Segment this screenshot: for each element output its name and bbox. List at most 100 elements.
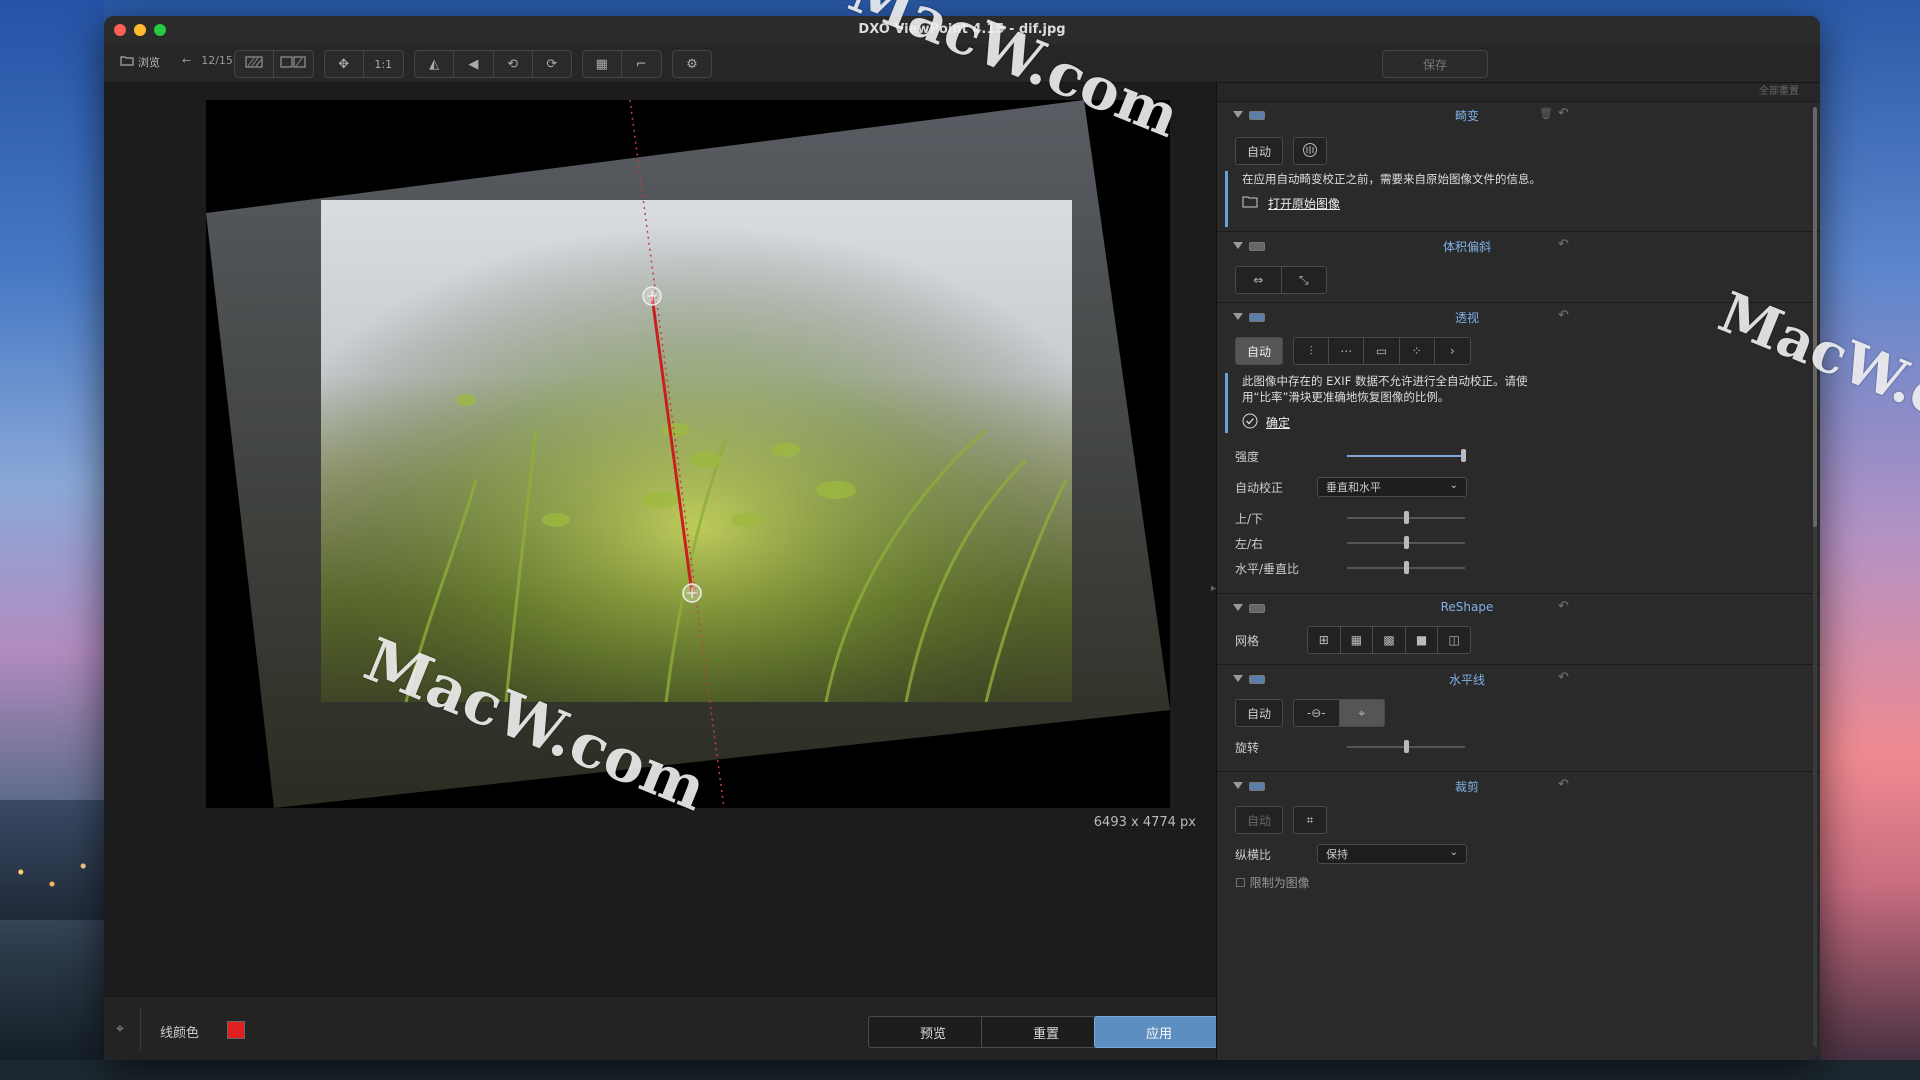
- apply-button[interactable]: 应用: [1094, 1016, 1224, 1048]
- collapse-triangle-icon[interactable]: [1233, 604, 1243, 611]
- points-icon: ⁘: [1411, 344, 1422, 358]
- distortion-toggle[interactable]: [1249, 111, 1265, 120]
- grid-custom-icon: ◫: [1448, 633, 1460, 647]
- perspective-vertical-button[interactable]: ⫶: [1294, 338, 1330, 364]
- confirm-link[interactable]: 确定: [1242, 413, 1542, 433]
- crop-header[interactable]: 裁剪 ↶: [1217, 772, 1820, 800]
- preview-button[interactable]: 预览: [868, 1016, 998, 1048]
- rotate-left-icon: ⟲: [507, 56, 519, 72]
- compare-split-button[interactable]: [235, 51, 274, 77]
- browse-button[interactable]: 浏览: [120, 54, 160, 70]
- compare-sidebyside-button[interactable]: [274, 51, 313, 77]
- limit-to-image-checkbox[interactable]: ☐ 限制为图像: [1235, 874, 1310, 891]
- auto-correct-select[interactable]: 垂直和水平 ⌄: [1317, 477, 1467, 497]
- grid-2x2-button[interactable]: ⊞: [1308, 627, 1341, 653]
- rulers-button[interactable]: ⌐: [622, 51, 661, 77]
- collapse-triangle-icon[interactable]: [1233, 675, 1243, 682]
- guide-tool-icon[interactable]: ⌖: [116, 1021, 124, 1037]
- zoom-1to1-button[interactable]: 1:1: [364, 51, 403, 77]
- horizon-line-icon: -⊖-: [1306, 706, 1326, 720]
- horizon-mode-group: -⊖- ⌖: [1293, 699, 1385, 727]
- grid-icon: ▦: [595, 56, 608, 72]
- updown-knob[interactable]: [1403, 511, 1409, 524]
- perspective-rectangle-button[interactable]: ▭: [1364, 338, 1400, 364]
- perspective-extra-button[interactable]: ›: [1435, 338, 1470, 364]
- flip-horizontal-button[interactable]: ◭: [415, 51, 455, 77]
- checkbox-icon: ☐: [1235, 876, 1246, 890]
- undo-icon[interactable]: ↶: [1558, 308, 1569, 323]
- rotate-right-button[interactable]: ⟳: [533, 51, 571, 77]
- rotate-left-button[interactable]: ⟲: [494, 51, 533, 77]
- horizon-toggle[interactable]: [1249, 675, 1265, 684]
- distortion-header[interactable]: 畸变 🗑 ↶: [1217, 101, 1820, 129]
- perspective-toggle[interactable]: [1249, 313, 1265, 322]
- reshape-header[interactable]: ReShape ↶: [1217, 594, 1820, 622]
- perspective-auto-button[interactable]: 自动: [1235, 337, 1283, 365]
- perspective-8point-button[interactable]: ⁘: [1400, 338, 1435, 364]
- collapse-triangle-icon[interactable]: [1233, 782, 1243, 789]
- crop-tool-button[interactable]: ⌗: [1293, 806, 1327, 834]
- grid-4x4-button[interactable]: ▩: [1373, 627, 1406, 653]
- browse-label: 浏览: [138, 56, 160, 69]
- volume-toggle[interactable]: [1249, 242, 1265, 251]
- grid-3x3-button[interactable]: ▦: [1341, 627, 1374, 653]
- horizon-vertical-button[interactable]: ⌖: [1339, 700, 1384, 726]
- undo-icon[interactable]: ↶: [1558, 777, 1569, 792]
- reset-all-button[interactable]: 全部重置: [1217, 83, 1820, 102]
- settings-button[interactable]: ⚙: [673, 51, 711, 77]
- volume-horizontal-button[interactable]: ⇔: [1236, 267, 1282, 293]
- collapse-triangle-icon[interactable]: [1233, 111, 1243, 118]
- distortion-manual-button[interactable]: [1293, 137, 1327, 165]
- crop-auto-button[interactable]: 自动: [1235, 806, 1283, 834]
- ratio-knob[interactable]: [1403, 561, 1409, 574]
- grid-none-button[interactable]: ■: [1406, 627, 1439, 653]
- reshape-toggle[interactable]: [1249, 604, 1265, 613]
- distortion-auto-button[interactable]: 自动: [1235, 137, 1283, 165]
- grid-button[interactable]: ▦: [583, 51, 622, 77]
- guide-handle-top[interactable]: [642, 286, 662, 306]
- volume-diagonal-button[interactable]: ⤡: [1282, 267, 1327, 293]
- undo-icon[interactable]: ↶: [1558, 670, 1569, 685]
- aspect-select[interactable]: 保持 ⌄: [1317, 844, 1467, 864]
- compare-split-icon: [245, 56, 263, 72]
- trash-icon[interactable]: 🗑: [1539, 107, 1553, 120]
- image-viewport[interactable]: [206, 100, 1170, 808]
- undo-icon[interactable]: ↶: [1558, 106, 1569, 121]
- rotate-knob[interactable]: [1403, 740, 1409, 753]
- grid-none-icon: ■: [1415, 633, 1428, 647]
- folder-icon: [120, 55, 134, 69]
- collapse-triangle-icon[interactable]: [1233, 242, 1243, 249]
- panel-scrollbar[interactable]: [1813, 107, 1817, 1047]
- updown-slider[interactable]: [1347, 511, 1465, 524]
- more-icon: ›: [1450, 344, 1455, 358]
- open-original-link[interactable]: 打开原始图像: [1242, 195, 1542, 212]
- leftright-slider[interactable]: [1347, 536, 1465, 549]
- horizon-auto-button[interactable]: 自动: [1235, 699, 1283, 727]
- rotate-slider[interactable]: [1347, 740, 1465, 753]
- horizon-horizontal-button[interactable]: -⊖-: [1294, 700, 1340, 726]
- grid-custom-button[interactable]: ◫: [1438, 627, 1470, 653]
- perspective-horizontal-button[interactable]: ⋯: [1329, 338, 1365, 364]
- move-tool-button[interactable]: ✥: [325, 51, 364, 77]
- transform-group: ◭ ◀ ⟲ ⟳: [414, 50, 572, 78]
- collapse-triangle-icon[interactable]: [1233, 313, 1243, 320]
- horizon-header[interactable]: 水平线 ↶: [1217, 665, 1820, 693]
- undo-icon[interactable]: ↶: [1558, 599, 1569, 614]
- distortion-info-text: 在应用自动畸变校正之前，需要来自原始图像文件的信息。: [1242, 172, 1541, 186]
- save-button[interactable]: 保存: [1382, 50, 1488, 78]
- strength-slider[interactable]: [1347, 449, 1467, 462]
- rotate-right-icon: ⟳: [546, 56, 558, 72]
- reset-button[interactable]: 重置: [981, 1016, 1111, 1048]
- previous-image-icon[interactable]: ←: [182, 54, 191, 67]
- line-color-swatch[interactable]: [227, 1021, 245, 1039]
- volume-header[interactable]: 体积偏斜 ↶: [1217, 232, 1820, 260]
- correction-panel: ▸ 全部重置 畸变 🗑 ↶ 自动 在应用自动畸变校正之前，需要来自原始图像文件的…: [1211, 83, 1820, 1060]
- strength-knob[interactable]: [1461, 449, 1467, 462]
- crop-toggle[interactable]: [1249, 782, 1265, 791]
- guide-handle-bottom[interactable]: [682, 583, 702, 603]
- flip-vertical-button[interactable]: ◀: [454, 51, 494, 77]
- ratio-slider[interactable]: [1347, 561, 1465, 574]
- confirm-label: 确定: [1266, 416, 1291, 430]
- undo-icon[interactable]: ↶: [1558, 237, 1569, 252]
- leftright-knob[interactable]: [1403, 536, 1409, 549]
